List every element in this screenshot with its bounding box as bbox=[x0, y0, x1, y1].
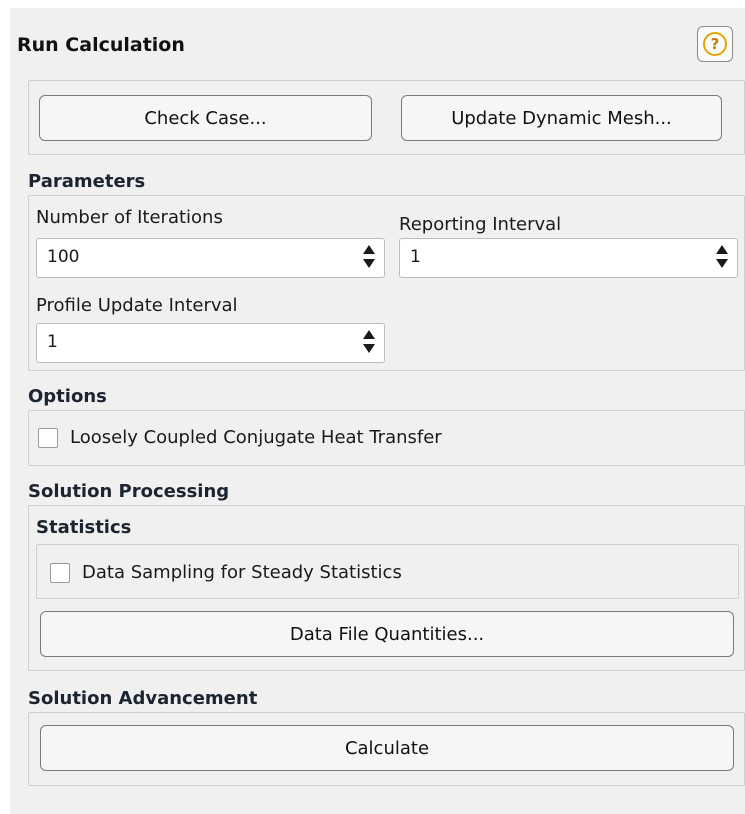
spinner-arrows[interactable] bbox=[362, 328, 376, 358]
check-case-button[interactable]: Check Case... bbox=[39, 95, 372, 141]
reporting-interval-label: Reporting Interval bbox=[399, 214, 562, 235]
options-section-title: Options bbox=[28, 386, 107, 407]
help-button[interactable]: ? bbox=[697, 26, 733, 62]
parameters-section-title: Parameters bbox=[28, 171, 146, 192]
loosely-coupled-checkbox[interactable] bbox=[38, 427, 58, 448]
reporting-interval-spinner[interactable]: 1 bbox=[399, 238, 738, 278]
number-of-iterations-label: Number of Iterations bbox=[36, 207, 223, 228]
data-sampling-checkbox[interactable] bbox=[50, 562, 70, 583]
spinner-arrows[interactable] bbox=[715, 243, 729, 273]
statistics-subsection-title: Statistics bbox=[36, 517, 132, 538]
chevron-up-icon[interactable] bbox=[716, 245, 728, 254]
reporting-interval-value: 1 bbox=[410, 247, 421, 267]
help-icon: ? bbox=[703, 32, 727, 56]
data-sampling-checkbox-row[interactable]: Data Sampling for Steady Statistics bbox=[50, 562, 402, 583]
chevron-down-icon[interactable] bbox=[363, 259, 375, 268]
update-dynamic-mesh-button[interactable]: Update Dynamic Mesh... bbox=[401, 95, 722, 141]
profile-update-interval-label: Profile Update Interval bbox=[36, 295, 238, 316]
calculate-button[interactable]: Calculate bbox=[40, 725, 734, 771]
loosely-coupled-checkbox-row[interactable]: Loosely Coupled Conjugate Heat Transfer bbox=[38, 427, 442, 448]
number-of-iterations-value: 100 bbox=[47, 247, 80, 267]
solution-advancement-section-title: Solution Advancement bbox=[28, 688, 258, 709]
chevron-up-icon[interactable] bbox=[363, 245, 375, 254]
profile-update-interval-value: 1 bbox=[47, 332, 58, 352]
solution-processing-section-title: Solution Processing bbox=[28, 481, 230, 502]
loosely-coupled-label: Loosely Coupled Conjugate Heat Transfer bbox=[70, 427, 442, 448]
chevron-down-icon[interactable] bbox=[363, 344, 375, 353]
chevron-down-icon[interactable] bbox=[716, 259, 728, 268]
number-of-iterations-spinner[interactable]: 100 bbox=[36, 238, 385, 278]
data-sampling-label: Data Sampling for Steady Statistics bbox=[82, 562, 402, 583]
data-file-quantities-button[interactable]: Data File Quantities... bbox=[40, 611, 734, 657]
chevron-up-icon[interactable] bbox=[363, 330, 375, 339]
profile-update-interval-spinner[interactable]: 1 bbox=[36, 323, 385, 363]
panel-title: Run Calculation bbox=[17, 34, 185, 56]
spinner-arrows[interactable] bbox=[362, 243, 376, 273]
